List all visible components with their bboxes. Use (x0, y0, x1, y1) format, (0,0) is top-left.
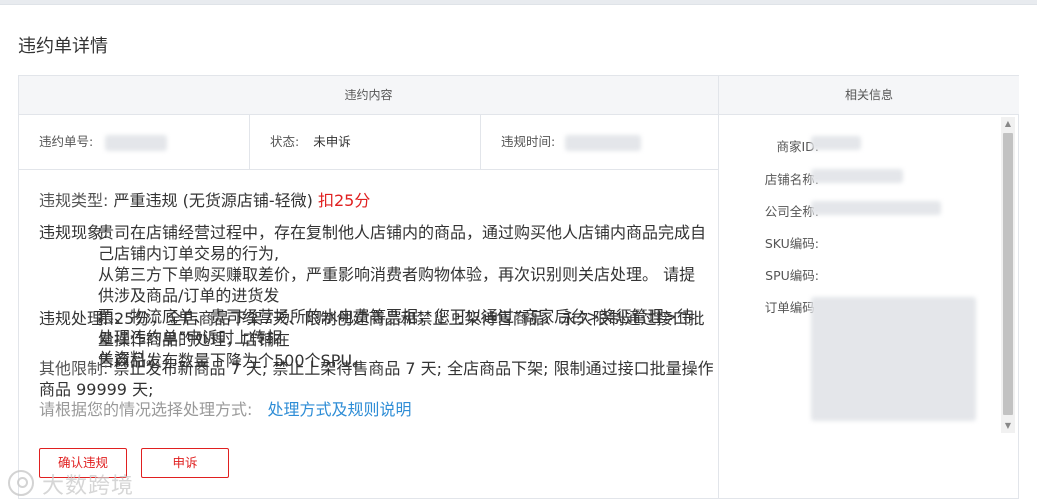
status-label: 状态: (270, 134, 300, 149)
shop-name-value-redacted (811, 169, 903, 183)
violation-type-value: 严重违规 (无货源店铺-轻微) (113, 191, 313, 210)
related-info-section: 相关信息 商家ID: 店铺名称: 公司全称: SKU编码: SPU编码: 订单编… (719, 76, 1019, 498)
scrollbar-thumb[interactable] (1003, 133, 1013, 415)
detail-panel: 违约内容 违约单号: 状态: 未申诉 违规时间: 违规类型: 严重违规 (无货源… (18, 75, 1019, 499)
merchant-id-value-redacted (811, 136, 861, 150)
handling-hint-line: 请根据您的情况选择处理方式: 处理方式及规则说明 (39, 399, 412, 420)
phenomenon-line: 贵司在店铺经营过程中，存在复制他人店铺内的商品，通过购买他人店铺内商品完成自己店… (98, 223, 707, 263)
order-code-label: 订单编码: (764, 300, 819, 315)
other-restrictions-label: 其他限制: (39, 359, 109, 378)
violation-summary-row: 违约单号: 状态: 未申诉 违规时间: (19, 115, 718, 170)
watermark: 大数跨境 (8, 468, 134, 500)
status-value: 未申诉 (313, 134, 351, 149)
sku-code-label: SKU编码: (764, 236, 819, 251)
violation-time-cell: 违规时间: (481, 115, 718, 169)
order-number-value-redacted (105, 134, 168, 151)
company-name-label: 公司全称: (764, 204, 819, 219)
other-restrictions-value: 禁止发布新商品 7 天; 禁止上架待售商品 7 天; 全店商品下架; 限制通过接… (39, 359, 714, 399)
phenomenon-line: 从第三方下单购买赚取差价，严重影响消费者购物体验，再次识别则关店处理。 请提供涉… (98, 265, 696, 305)
violation-time-value-redacted (565, 134, 642, 151)
status-cell: 状态: 未申诉 (250, 115, 481, 169)
page-title: 违约单详情 (18, 36, 108, 57)
scroll-down-arrow-icon[interactable]: ▼ (1001, 419, 1015, 433)
related-info-header: 相关信息 (719, 76, 1019, 115)
appeal-button[interactable]: 申诉 (141, 448, 229, 478)
violation-type-label: 违规类型: (39, 191, 109, 210)
handling-line: 扣25分，全店商品下架7天、限制创建商品和禁止上架待售商品、永久限制通过接口批量… (98, 309, 705, 349)
violation-content-header: 违约内容 (19, 76, 718, 115)
scrollbar[interactable]: ▲ ▼ (1001, 117, 1015, 433)
top-bar (0, 0, 1037, 5)
watermark-logo-icon (8, 470, 34, 496)
violation-time-label: 违规时间: (501, 134, 556, 149)
rules-link[interactable]: 处理方式及规则说明 (268, 400, 412, 419)
order-codes-redacted (811, 297, 976, 421)
shop-name-label: 店铺名称: (764, 172, 819, 187)
order-number-cell: 违约单号: (19, 115, 250, 169)
handling-hint: 请根据您的情况选择处理方式: (39, 400, 253, 419)
deduction-badge: 扣25分 (317, 191, 371, 210)
company-name-value-redacted (811, 201, 941, 215)
scroll-up-arrow-icon[interactable]: ▲ (1001, 117, 1015, 131)
violation-content-section: 违约内容 违约单号: 状态: 未申诉 违规时间: 违规类型: 严重违规 (无货源… (19, 76, 719, 498)
violation-type-line: 违规类型: 严重违规 (无货源店铺-轻微) 扣25分 (39, 190, 370, 211)
other-restrictions-line: 其他限制: 禁止发布新商品 7 天; 禁止上架待售商品 7 天; 全店商品下架;… (39, 358, 718, 400)
watermark-text: 大数跨境 (42, 474, 135, 499)
merchant-id-label: 商家ID: (776, 139, 819, 154)
spu-code-label: SPU编码: (765, 268, 819, 283)
order-number-label: 违约单号: (39, 134, 94, 149)
